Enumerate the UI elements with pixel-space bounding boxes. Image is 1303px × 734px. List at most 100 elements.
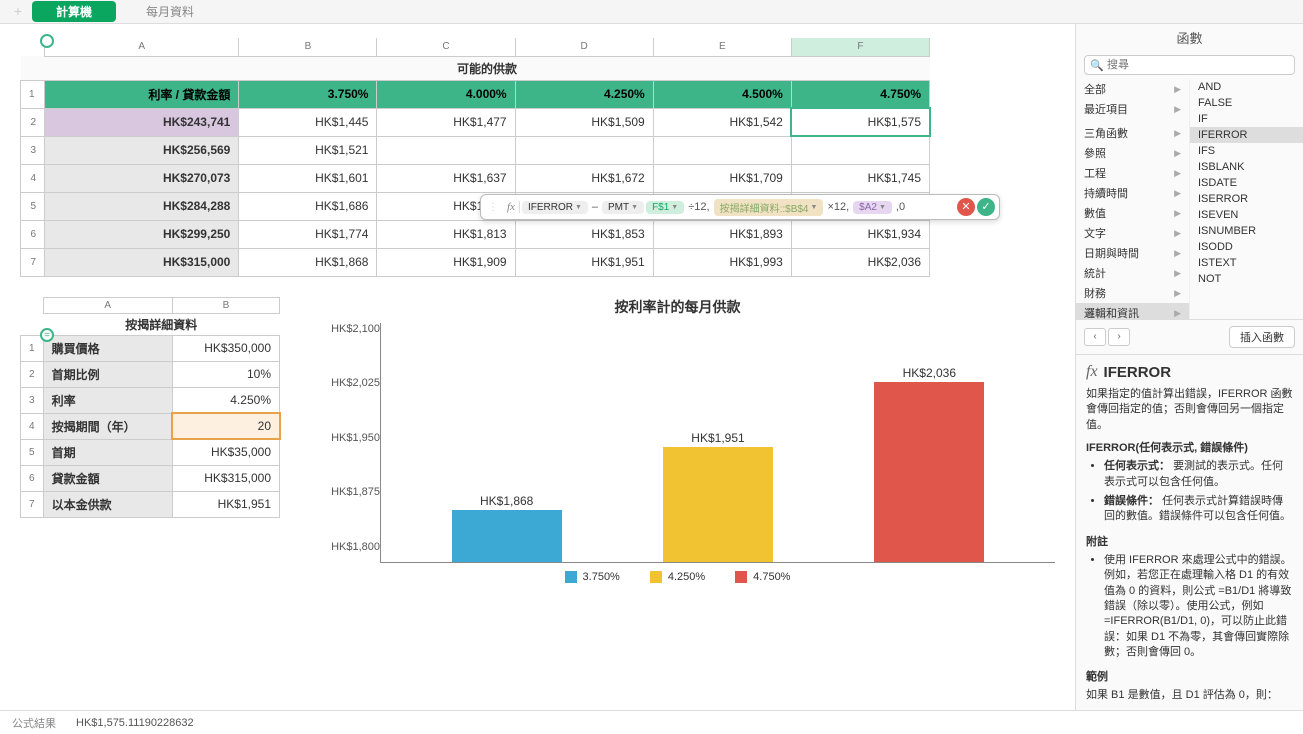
function-item[interactable]: AND	[1190, 79, 1303, 95]
row-header[interactable]: 3	[21, 387, 44, 413]
cell[interactable]: HK$1,993	[653, 248, 791, 276]
cell[interactable]: 首期	[43, 439, 172, 465]
tab-calculator[interactable]: 計算機	[32, 1, 116, 22]
cell[interactable]: HK$1,601	[239, 164, 377, 192]
header-cell[interactable]: 4.250%	[515, 80, 653, 108]
col-header[interactable]: C	[377, 38, 515, 56]
col-header[interactable]: B	[239, 38, 377, 56]
row-header[interactable]: 4	[21, 164, 45, 192]
help-back-button[interactable]: ‹	[1084, 328, 1106, 346]
formula-token-ref[interactable]: F$1▼	[646, 201, 684, 214]
cell[interactable]: HK$284,288	[45, 192, 239, 220]
cell[interactable]: 按揭期間（年）	[43, 413, 172, 439]
function-item[interactable]: IF	[1190, 111, 1303, 127]
cell[interactable]: HK$1,951	[172, 491, 279, 517]
cell[interactable]: HK$1,672	[515, 164, 653, 192]
cell[interactable]: HK$270,073	[45, 164, 239, 192]
cell[interactable]: 以本金供款	[43, 491, 172, 517]
formula-confirm-button[interactable]: ✓	[977, 198, 995, 216]
cell[interactable]: HK$1,477	[377, 108, 515, 136]
category-item[interactable]: 工程▶	[1076, 163, 1189, 183]
col-header[interactable]: A	[45, 38, 239, 56]
cell[interactable]	[515, 136, 653, 164]
cell[interactable]: HK$1,951	[515, 248, 653, 276]
function-item[interactable]: ISBLANK	[1190, 159, 1303, 175]
cell[interactable]: 貸款金額	[43, 465, 172, 491]
category-item[interactable]: 全部▶	[1076, 79, 1189, 99]
tab-monthly-data[interactable]: 每月資料	[122, 1, 218, 22]
row-header[interactable]: 2	[21, 108, 45, 136]
insert-function-button[interactable]: 插入函數	[1229, 326, 1295, 348]
function-item[interactable]: ISNUMBER	[1190, 223, 1303, 239]
cell[interactable]: 10%	[172, 361, 279, 387]
row-header[interactable]: 5	[21, 192, 45, 220]
col-header[interactable]: D	[515, 38, 653, 56]
cell[interactable]: HK$2,036	[791, 248, 929, 276]
cell[interactable]: HK$1,521	[239, 136, 377, 164]
cell[interactable]: HK$1,686	[239, 192, 377, 220]
referenced-cell[interactable]: 20	[172, 413, 279, 439]
category-item[interactable]: 統計▶	[1076, 263, 1189, 283]
cell[interactable]	[791, 136, 929, 164]
category-item[interactable]: 持續時間▶	[1076, 183, 1189, 203]
function-item[interactable]: ISERROR	[1190, 191, 1303, 207]
cell[interactable]: 首期比例	[43, 361, 172, 387]
row-header[interactable]: 4	[21, 413, 44, 439]
col-header[interactable]: F	[791, 38, 929, 56]
drag-grip-icon[interactable]: ⋮	[485, 202, 501, 213]
category-list[interactable]: 全部▶最近項目▶三角函數▶參照▶工程▶持續時間▶數值▶文字▶日期與時間▶統計▶財…	[1076, 79, 1190, 319]
function-item[interactable]: IFERROR	[1190, 127, 1303, 143]
cell[interactable]: HK$1,709	[653, 164, 791, 192]
cell[interactable]: HK$1,893	[653, 220, 791, 248]
cell[interactable]: HK$315,000	[45, 248, 239, 276]
add-row-handle[interactable]: =	[40, 328, 54, 342]
col-header[interactable]: A	[43, 297, 172, 313]
formula-cancel-button[interactable]: ✕	[957, 198, 975, 216]
header-cell[interactable]: 4.750%	[791, 80, 929, 108]
category-item[interactable]: 財務▶	[1076, 283, 1189, 303]
cell[interactable]: HK$1,774	[239, 220, 377, 248]
function-item[interactable]: NOT	[1190, 271, 1303, 287]
cell[interactable]: HK$256,569	[45, 136, 239, 164]
category-item[interactable]: 文字▶	[1076, 223, 1189, 243]
cell[interactable]: 購買價格	[43, 335, 172, 361]
header-cell[interactable]: 4.000%	[377, 80, 515, 108]
col-header[interactable]: B	[172, 297, 279, 313]
formula-token-ref[interactable]: 按揭詳細資料::$B$4▼	[714, 199, 824, 216]
cell[interactable]: HK$1,934	[791, 220, 929, 248]
function-item[interactable]: ISODD	[1190, 239, 1303, 255]
function-item[interactable]: ISDATE	[1190, 175, 1303, 191]
formula-token-ref[interactable]: $A2▼	[853, 201, 892, 214]
cell[interactable]: HK$243,741	[45, 108, 239, 136]
add-sheet-button[interactable]: +	[10, 4, 26, 20]
cell[interactable]: HK$1,745	[791, 164, 929, 192]
cell[interactable]: HK$1,637	[377, 164, 515, 192]
function-item[interactable]: ISTEXT	[1190, 255, 1303, 271]
row-header[interactable]: 6	[21, 220, 45, 248]
col-header[interactable]: E	[653, 38, 791, 56]
category-item[interactable]: 最近項目▶	[1076, 99, 1189, 119]
formula-token-fn[interactable]: IFERROR▼	[522, 201, 588, 214]
cell[interactable]: HK$1,509	[515, 108, 653, 136]
function-item[interactable]: IFS	[1190, 143, 1303, 159]
row-header[interactable]: 3	[21, 136, 45, 164]
row-header[interactable]: 6	[21, 465, 44, 491]
formula-editor[interactable]: ⋮ fx IFERROR▼ – PMT▼ F$1▼ ÷12, 按揭詳細資料::$…	[480, 194, 1000, 220]
category-item[interactable]: 邏輯和資訊▶	[1076, 303, 1189, 319]
cell[interactable]: HK$350,000	[172, 335, 279, 361]
cell[interactable]: HK$1,853	[515, 220, 653, 248]
category-item[interactable]: 三角函數▶	[1076, 123, 1189, 143]
cell[interactable]	[377, 136, 515, 164]
cell[interactable]: 利率	[43, 387, 172, 413]
category-item[interactable]: 參照▶	[1076, 143, 1189, 163]
header-cell[interactable]: 3.750%	[239, 80, 377, 108]
cell[interactable]: HK$35,000	[172, 439, 279, 465]
function-list[interactable]: ANDFALSEIFIFERRORIFSISBLANKISDATEISERROR…	[1190, 79, 1303, 319]
header-cell[interactable]: 4.500%	[653, 80, 791, 108]
row-header[interactable]: 5	[21, 439, 44, 465]
cell[interactable]: HK$1,868	[239, 248, 377, 276]
function-search-input[interactable]	[1084, 55, 1295, 75]
function-item[interactable]: FALSE	[1190, 95, 1303, 111]
cell[interactable]: HK$1,813	[377, 220, 515, 248]
active-cell[interactable]: HK$1,575	[791, 108, 929, 136]
